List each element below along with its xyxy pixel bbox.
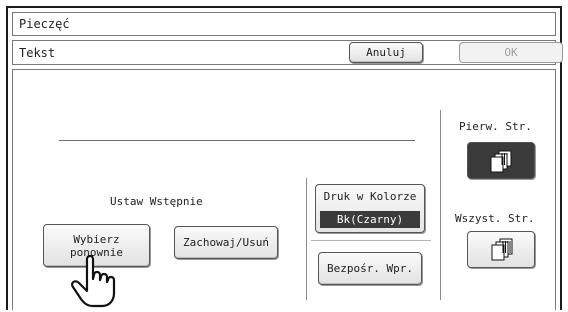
stamp-dialog: Pieczęć Tekst Anuluj OK Ustaw Wstępnie W… xyxy=(6,6,563,310)
dialog-title: Pieczęć xyxy=(19,17,70,31)
color-print-value: Bk(Czarny) xyxy=(320,211,420,228)
stamp-settings-panel: Ustaw Wstępnie Wybierz ponownie Zachowaj… xyxy=(12,69,556,310)
ok-button-label: OK xyxy=(504,46,518,59)
color-print-label: Druk w Kolorze xyxy=(323,189,417,203)
dialog-title-bar: Pieczęć xyxy=(12,12,556,36)
cancel-button[interactable]: Anuluj xyxy=(349,42,423,63)
ok-button[interactable]: OK xyxy=(459,42,563,63)
stamp-text-line xyxy=(59,140,415,141)
multi-page-stack-icon xyxy=(491,238,513,260)
color-separator xyxy=(311,240,431,241)
hand-pointer-icon xyxy=(65,253,125,309)
page-stack-icon xyxy=(490,150,512,172)
direct-entry-label: Bezpośr. Wpr. xyxy=(326,262,414,275)
first-page-label: Pierw. Str. xyxy=(459,120,532,133)
separator-left xyxy=(306,178,307,300)
text-toolbar: Tekst Anuluj OK xyxy=(12,40,563,65)
all-pages-button[interactable] xyxy=(467,231,535,268)
first-page-button[interactable] xyxy=(467,142,535,179)
cancel-button-label: Anuluj xyxy=(366,46,406,59)
reselect-label-line1: Wybierz xyxy=(73,232,120,246)
preset-label: Ustaw Wstępnie xyxy=(110,195,203,208)
color-print-button[interactable]: Druk w Kolorze Bk(Czarny) xyxy=(315,184,425,233)
save-delete-label: Zachowaj/Usuń xyxy=(182,236,270,249)
separator-right xyxy=(440,110,441,300)
all-pages-label: Wszyst. Str. xyxy=(455,212,535,225)
save-delete-button[interactable]: Zachowaj/Usuń xyxy=(174,226,278,259)
direct-entry-button[interactable]: Bezpośr. Wpr. xyxy=(318,252,422,285)
text-label: Tekst xyxy=(19,46,56,60)
